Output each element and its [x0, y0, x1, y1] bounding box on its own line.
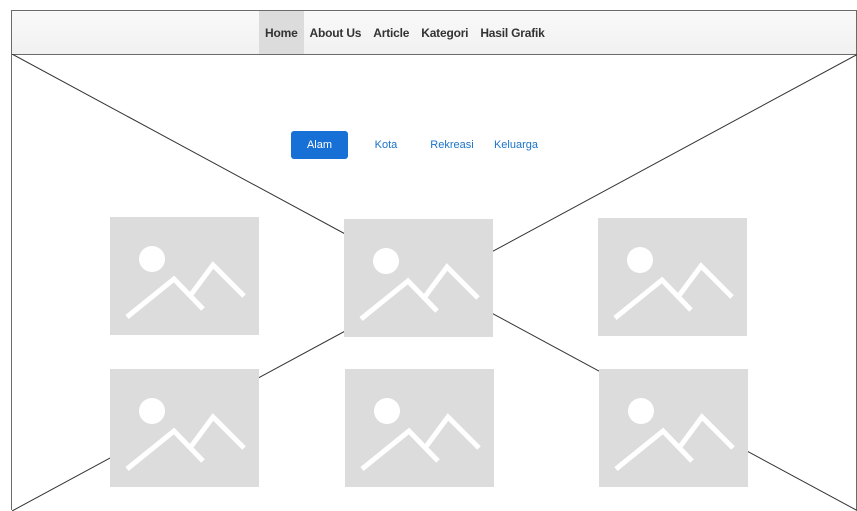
image-placeholder-icon — [125, 246, 246, 319]
image-placeholder-icon — [359, 248, 480, 321]
nav-hasil-grafik[interactable]: Hasil Grafik — [474, 11, 550, 54]
category-tabs: Alam Kota Rekreasi Keluarga — [291, 131, 546, 159]
gallery-image[interactable] — [598, 218, 747, 336]
image-placeholder-icon — [614, 398, 735, 471]
nav-home[interactable]: Home — [259, 11, 304, 54]
gallery-image[interactable] — [110, 369, 259, 487]
top-navbar: Home About Us Article Kategori Hasil Gra… — [12, 11, 856, 55]
nav-article[interactable]: Article — [367, 11, 415, 54]
gallery-image[interactable] — [344, 219, 493, 337]
gallery-image[interactable] — [345, 369, 494, 487]
gallery-image[interactable] — [110, 217, 259, 335]
tab-alam[interactable]: Alam — [291, 131, 348, 159]
tab-keluarga[interactable]: Keluarga — [486, 131, 546, 159]
image-placeholder-icon — [125, 398, 246, 471]
nav-about-us[interactable]: About Us — [304, 11, 368, 54]
nav-kategori[interactable]: Kategori — [415, 11, 474, 54]
image-placeholder-icon — [613, 247, 734, 320]
image-placeholder-icon — [360, 398, 481, 471]
tab-kota[interactable]: Kota — [356, 131, 416, 159]
gallery-image[interactable] — [599, 369, 748, 487]
tab-rekreasi[interactable]: Rekreasi — [418, 131, 486, 159]
nav-menu: Home About Us Article Kategori Hasil Gra… — [259, 11, 551, 54]
